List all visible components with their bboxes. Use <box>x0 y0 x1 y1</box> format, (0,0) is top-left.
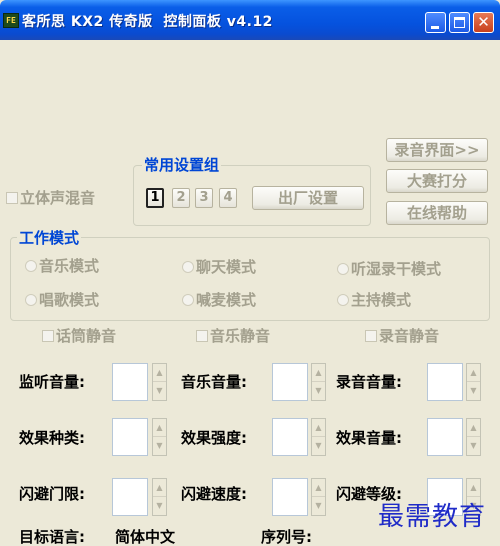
mode-label: 音乐模式 <box>39 257 100 275</box>
effect-volume-label: 效果音量: <box>336 429 402 447</box>
effect-volume-spinner[interactable]: ▲ ▼ <box>466 418 481 456</box>
checkbox-box[interactable] <box>6 192 18 204</box>
minimize-button[interactable] <box>425 12 446 33</box>
spin-up-icon[interactable]: ▲ <box>312 364 325 382</box>
record-volume-input[interactable] <box>427 363 463 401</box>
music-volume-input[interactable] <box>272 363 308 401</box>
minimize-icon <box>431 26 439 29</box>
checkbox-box[interactable] <box>196 330 208 342</box>
effect-volume-input[interactable] <box>427 418 463 456</box>
maximize-button[interactable] <box>449 12 470 33</box>
contest-score-button[interactable]: 大赛打分 <box>386 169 488 193</box>
close-icon: ✕ <box>477 13 490 31</box>
ducking-speed-spinner[interactable]: ▲ ▼ <box>311 478 326 516</box>
spin-down-icon[interactable]: ▼ <box>312 382 325 400</box>
online-help-button[interactable]: 在线帮助 <box>386 201 488 225</box>
preset-button-4[interactable]: 4 <box>219 188 237 208</box>
effect-type-spinner[interactable]: ▲ ▼ <box>152 418 167 456</box>
spin-down-icon[interactable]: ▼ <box>312 437 325 455</box>
mode-chat-radio[interactable]: 聊天模式 <box>182 258 256 276</box>
music-volume-label: 音乐音量: <box>181 373 247 391</box>
ducking-threshold-input[interactable] <box>112 478 148 516</box>
stereo-mix-label: 立体声混音 <box>20 189 96 207</box>
mode-label: 喊麦模式 <box>196 291 257 309</box>
effect-strength-input[interactable] <box>272 418 308 456</box>
close-button[interactable]: ✕ <box>473 12 494 33</box>
spin-down-icon[interactable]: ▼ <box>312 497 325 515</box>
ducking-threshold-spinner[interactable]: ▲ ▼ <box>152 478 167 516</box>
spin-down-icon[interactable]: ▼ <box>467 382 480 400</box>
radio-dot[interactable] <box>25 294 37 306</box>
effect-type-label: 效果种类: <box>19 429 85 447</box>
mode-music-radio[interactable]: 音乐模式 <box>25 257 99 275</box>
music-mute-label: 音乐静音 <box>210 327 271 345</box>
record-mute-checkbox[interactable]: 录音静音 <box>365 327 439 345</box>
radio-dot[interactable] <box>182 294 194 306</box>
spin-up-icon[interactable]: ▲ <box>467 364 480 382</box>
preset-button-1[interactable]: 1 <box>146 188 164 208</box>
music-volume-spinner[interactable]: ▲ ▼ <box>311 363 326 401</box>
ducking-speed-label: 闪避速度: <box>181 485 247 503</box>
spin-down-icon[interactable]: ▼ <box>153 382 166 400</box>
spin-up-icon[interactable]: ▲ <box>467 419 480 437</box>
spin-up-icon[interactable]: ▲ <box>467 479 480 497</box>
mode-label: 聊天模式 <box>196 258 257 276</box>
ducking-threshold-label: 闪避门限: <box>19 485 85 503</box>
window-title: 客所思 KX2 传奇版 控制面板 v4.12 <box>22 14 273 30</box>
ducking-speed-input[interactable] <box>272 478 308 516</box>
title-bar[interactable]: FE 客所思 KX2 传奇版 控制面板 v4.12 ✕ <box>0 0 500 40</box>
mode-label: 唱歌模式 <box>39 291 100 309</box>
spin-up-icon[interactable]: ▲ <box>312 479 325 497</box>
work-mode-group-title: 工作模式 <box>17 227 82 248</box>
watermark-text: 最需教育 <box>378 502 487 532</box>
spin-up-icon[interactable]: ▲ <box>153 419 166 437</box>
mode-label: 主持模式 <box>351 291 412 309</box>
factory-settings-button[interactable]: 出厂设置 <box>252 186 364 210</box>
music-mute-checkbox[interactable]: 音乐静音 <box>196 327 270 345</box>
effect-type-input[interactable] <box>112 418 148 456</box>
app-icon: FE <box>3 13 19 28</box>
mic-mute-label: 话筒静音 <box>56 327 117 345</box>
mode-wet-monitor-dry-record-radio[interactable]: 听湿录干模式 <box>337 260 441 278</box>
radio-dot[interactable] <box>25 260 37 272</box>
presets-group-title: 常用设置组 <box>142 154 222 175</box>
mode-label: 听湿录干模式 <box>351 260 442 278</box>
checkbox-box[interactable] <box>42 330 54 342</box>
radio-dot[interactable] <box>337 294 349 306</box>
record-volume-label: 录音音量: <box>336 373 402 391</box>
spin-down-icon[interactable]: ▼ <box>153 437 166 455</box>
spin-down-icon[interactable]: ▼ <box>467 437 480 455</box>
stereo-mix-checkbox[interactable]: 立体声混音 <box>6 189 95 207</box>
serial-number-label: 序列号: <box>261 528 312 546</box>
preset-button-2[interactable]: 2 <box>172 188 190 208</box>
mode-singing-radio[interactable]: 唱歌模式 <box>25 291 99 309</box>
mode-host-radio[interactable]: 主持模式 <box>337 291 411 309</box>
recording-ui-button[interactable]: 录音界面>> <box>386 138 488 162</box>
radio-dot[interactable] <box>182 261 194 273</box>
record-mute-label: 录音静音 <box>379 327 440 345</box>
spin-down-icon[interactable]: ▼ <box>153 497 166 515</box>
checkbox-box[interactable] <box>365 330 377 342</box>
target-language-label: 目标语言: <box>19 528 85 546</box>
spin-up-icon[interactable]: ▲ <box>153 479 166 497</box>
monitor-volume-input[interactable] <box>112 363 148 401</box>
target-language-value: 简体中文 <box>115 528 176 546</box>
preset-button-3[interactable]: 3 <box>195 188 213 208</box>
radio-dot[interactable] <box>337 263 349 275</box>
monitor-volume-label: 监听音量: <box>19 373 85 391</box>
mic-mute-checkbox[interactable]: 话筒静音 <box>42 327 116 345</box>
spin-up-icon[interactable]: ▲ <box>153 364 166 382</box>
effect-strength-spinner[interactable]: ▲ ▼ <box>311 418 326 456</box>
record-volume-spinner[interactable]: ▲ ▼ <box>466 363 481 401</box>
mode-shout-mic-radio[interactable]: 喊麦模式 <box>182 291 256 309</box>
maximize-icon <box>454 17 465 28</box>
monitor-volume-spinner[interactable]: ▲ ▼ <box>152 363 167 401</box>
spin-up-icon[interactable]: ▲ <box>312 419 325 437</box>
effect-strength-label: 效果强度: <box>181 429 247 447</box>
